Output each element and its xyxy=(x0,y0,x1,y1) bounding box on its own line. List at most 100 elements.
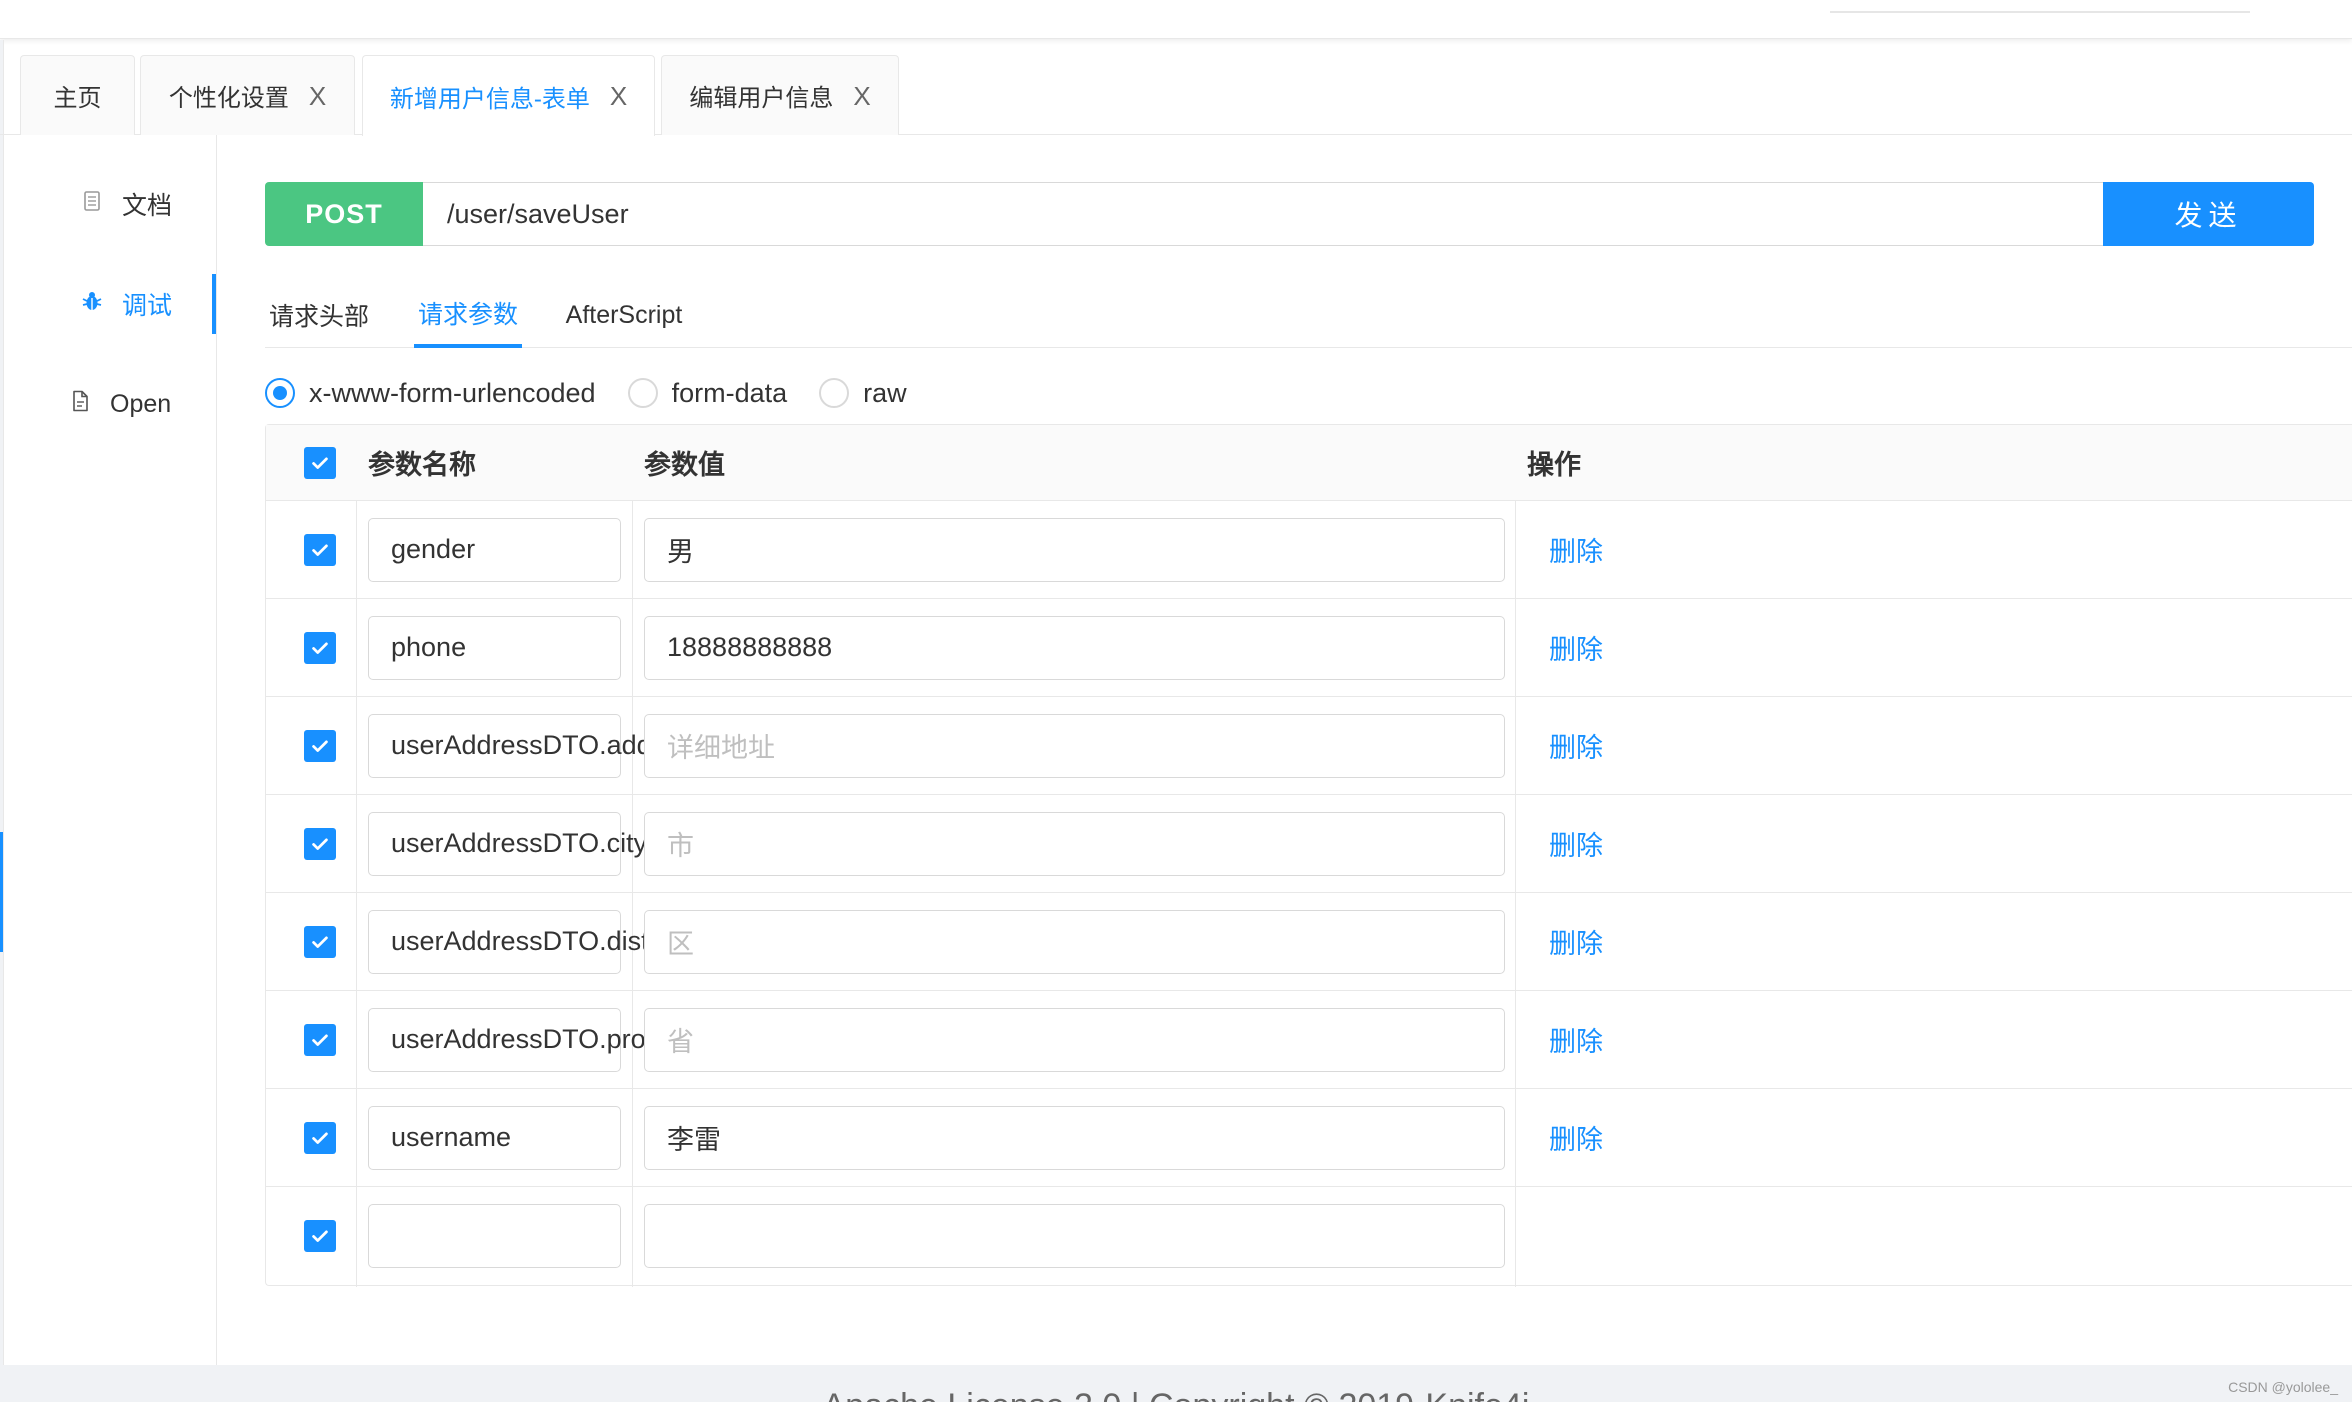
close-icon[interactable]: X xyxy=(309,83,326,109)
check-icon xyxy=(312,544,328,556)
tab-home[interactable]: 主页 xyxy=(20,55,135,135)
tab-label: 主页 xyxy=(53,85,102,112)
tab-label: 编辑用户信息 xyxy=(689,85,834,112)
close-icon[interactable]: X xyxy=(610,83,627,109)
main-content: POST /user/saveUser 发送 请求头部 请求参数 AfterSc… xyxy=(217,135,2352,1365)
request-url-bar: POST /user/saveUser 发送 xyxy=(265,182,2314,246)
table-row: userAddressDTO.city 市 删除 xyxy=(266,795,2352,893)
param-value-input[interactable]: 详细地址 xyxy=(644,713,1505,778)
radio-urlencoded[interactable]: x-www-form-urlencoded xyxy=(265,378,596,409)
close-icon[interactable]: X xyxy=(853,83,870,109)
tab-after-script[interactable]: AfterScript xyxy=(563,282,685,348)
column-header-value: 参数值 xyxy=(644,450,725,480)
left-edge-indicator xyxy=(0,832,3,952)
url-input[interactable]: /user/saveUser xyxy=(423,182,2103,246)
param-value-input[interactable] xyxy=(644,1204,1505,1268)
param-value-input[interactable]: 市 xyxy=(644,811,1505,876)
check-icon xyxy=(312,1132,328,1144)
params-table: 参数名称 参数值 操作 gender 男删除 phone 18888888888 删除 u… xyxy=(265,424,2352,1287)
table-row xyxy=(266,1187,2352,1285)
radio-label: form-data xyxy=(671,377,788,408)
sidebar-item-label: 文档 xyxy=(122,192,173,220)
table-row: phone 18888888888 删除 xyxy=(266,599,2352,697)
row-checkbox[interactable] xyxy=(304,1220,336,1252)
request-subtabs: 请求头部 请求参数 AfterScript xyxy=(265,282,2352,348)
check-icon xyxy=(312,642,328,654)
subtab-label: AfterScript xyxy=(565,300,683,329)
param-name-input[interactable]: phone xyxy=(368,615,621,680)
param-name-input[interactable]: username xyxy=(368,1105,621,1170)
row-checkbox[interactable] xyxy=(304,925,336,958)
row-checkbox[interactable] xyxy=(304,729,336,762)
tab-add-user-form[interactable]: 新增用户信息-表单 X xyxy=(362,55,655,136)
check-icon xyxy=(312,1230,328,1242)
bug-icon xyxy=(80,289,104,320)
table-row: userAddressDTO.district 区 删除 xyxy=(266,893,2352,991)
row-checkbox[interactable] xyxy=(304,827,336,860)
sidebar-item-debug[interactable]: 调试 xyxy=(4,274,216,334)
delete-link[interactable]: 删除 xyxy=(1549,922,1603,961)
check-icon xyxy=(312,838,328,850)
sidebar-item-label: 调试 xyxy=(122,292,173,320)
top-header xyxy=(0,0,2352,39)
radio-circle[interactable] xyxy=(627,378,658,408)
radio-form-data[interactable]: form-data xyxy=(627,377,788,409)
param-value-input[interactable]: 18888888888 xyxy=(644,615,1505,680)
table-header: 参数名称 参数值 操作 xyxy=(266,425,2352,501)
param-name-input[interactable]: userAddressDTO.province xyxy=(368,1007,709,1072)
sidebar-item-open[interactable]: Open xyxy=(4,374,216,434)
footer: Apache License 2.0 | Copyright © 2019-Kn… xyxy=(0,1365,2352,1402)
http-method-badge[interactable]: POST xyxy=(265,182,423,246)
radio-circle[interactable] xyxy=(265,378,295,408)
tab-request-headers[interactable]: 请求头部 xyxy=(265,282,373,348)
delete-link[interactable]: 删除 xyxy=(1549,628,1603,667)
param-name-input[interactable]: gender xyxy=(368,517,621,582)
table-row: username 李雷 删除 xyxy=(266,1089,2352,1187)
column-header-action: 操作 xyxy=(1527,450,1581,480)
table-row: userAddressDTO.addr 详细地址 删除 xyxy=(266,697,2352,795)
delete-link[interactable]: 删除 xyxy=(1549,1118,1603,1157)
body-type-radio-group: x-www-form-urlencoded form-data raw xyxy=(265,370,939,416)
param-value-input[interactable]: 李雷 xyxy=(644,1105,1505,1170)
param-value-input[interactable]: 男 xyxy=(644,517,1505,582)
document-icon xyxy=(80,189,104,220)
param-value-input[interactable]: 区 xyxy=(644,909,1505,974)
page-tab-bar: 主页 个性化设置 X 新增用户信息-表单 X 编辑用户信息 X xyxy=(0,55,2352,136)
header-search-underline xyxy=(1830,11,2250,13)
check-icon xyxy=(312,1034,328,1046)
footer-copyright: Apache License 2.0 | Copyright © 2019-Kn… xyxy=(0,1387,2352,1402)
radio-raw[interactable]: raw xyxy=(819,378,907,409)
tab-label: 新增用户信息-表单 xyxy=(389,85,590,113)
table-row: gender 男 删除 xyxy=(266,501,2352,599)
radio-label: raw xyxy=(863,377,907,408)
delete-link[interactable]: 删除 xyxy=(1549,824,1603,863)
tab-label: 个性化设置 xyxy=(168,85,289,112)
param-value-input[interactable]: 省 xyxy=(644,1007,1505,1072)
row-checkbox[interactable] xyxy=(304,1121,336,1154)
tab-request-params[interactable]: 请求参数 xyxy=(414,282,522,348)
tab-personal-settings[interactable]: 个性化设置 X xyxy=(140,55,355,135)
tab-edit-user[interactable]: 编辑用户信息 X xyxy=(661,55,899,135)
row-checkbox[interactable] xyxy=(304,1023,336,1056)
delete-link[interactable]: 删除 xyxy=(1549,726,1603,765)
file-icon xyxy=(68,389,92,420)
select-all-checkbox[interactable] xyxy=(304,446,336,479)
check-icon xyxy=(312,936,328,948)
subtab-label: 请求头部 xyxy=(268,303,369,331)
param-name-input[interactable]: userAddressDTO.addr xyxy=(368,713,661,778)
sidebar-item-docs[interactable]: 文档 xyxy=(4,174,216,234)
delete-link[interactable]: 删除 xyxy=(1549,530,1603,569)
check-icon xyxy=(312,740,328,752)
param-name-input[interactable] xyxy=(368,1204,621,1268)
row-checkbox[interactable] xyxy=(304,533,336,566)
watermark: CSDN @yololee_ xyxy=(2228,1379,2338,1395)
radio-label: x-www-form-urlencoded xyxy=(309,377,596,408)
delete-link[interactable]: 删除 xyxy=(1549,1020,1603,1059)
param-name-input[interactable]: userAddressDTO.city xyxy=(368,811,647,876)
table-row: userAddressDTO.province 省 删除 xyxy=(266,991,2352,1089)
param-name-input[interactable]: userAddressDTO.district xyxy=(368,909,685,974)
row-checkbox[interactable] xyxy=(304,631,336,664)
send-button[interactable]: 发送 xyxy=(2103,182,2314,246)
radio-circle[interactable] xyxy=(819,378,850,408)
subtab-label: 请求参数 xyxy=(417,301,518,329)
